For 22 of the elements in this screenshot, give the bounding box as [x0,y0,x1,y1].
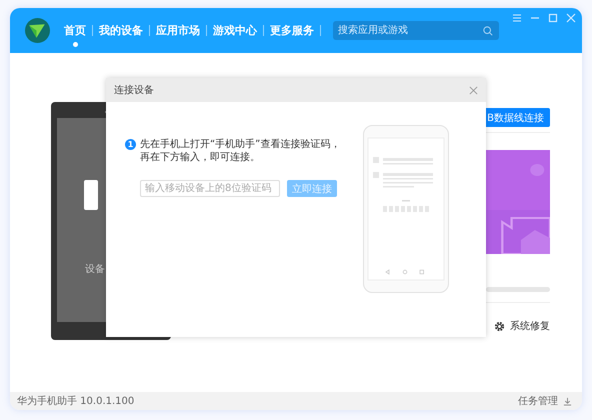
close-icon[interactable] [469,86,478,94]
instruction-text: 先在手机上打开“手机助手”查看连接验证码，再在下方输入，即可连接。 [140,138,342,164]
nav-tab[interactable]: 更多服务 [264,14,320,46]
device-caption: 设备 [85,263,105,276]
download-icon[interactable] [563,396,572,406]
nav-tab[interactable]: 应用市场 [150,14,206,46]
logo-icon [25,18,50,43]
version-label: 华为手机助手 10.0.1.100 [17,394,134,408]
repair-link[interactable]: 系统修复 [510,319,550,333]
nav-tab[interactable]: 游戏中心 [207,14,263,46]
gear-icon[interactable] [494,320,505,332]
dialog-title: 连接设备 [114,84,154,97]
task-manager-link[interactable]: 任务管理 [518,394,558,408]
search-icon[interactable] [483,26,493,36]
search-field[interactable]: 搜索应用或游戏 [333,21,499,40]
step-number: 1 [125,139,136,150]
code-input-field[interactable]: 输入移动设备上的8位验证码 [140,180,280,197]
track-bar [486,287,550,292]
maximize-icon[interactable] [548,13,558,23]
nav-tab[interactable]: 我的设备 [93,14,149,46]
menu-icon[interactable] [512,13,522,23]
nav-tab[interactable]: 首页 [58,14,92,46]
